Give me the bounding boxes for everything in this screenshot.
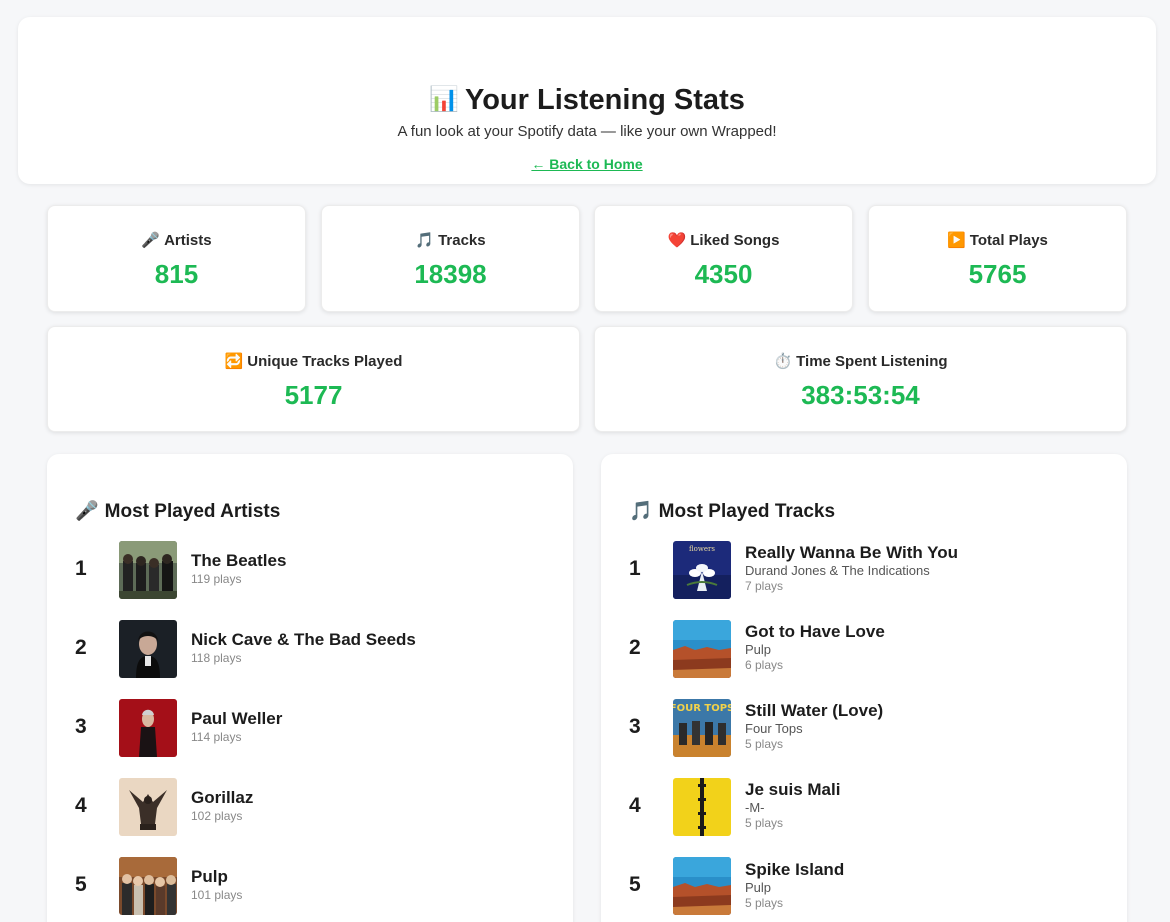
- album-cover: [673, 857, 731, 915]
- rank-number: 1: [629, 557, 641, 580]
- album-cover: flowers: [673, 541, 731, 599]
- microphone-icon: 🎤: [141, 232, 161, 249]
- microphone-icon: 🎤: [75, 501, 99, 522]
- rank-number: 2: [629, 636, 641, 659]
- stat-card-total-plays: ▶️ Total Plays 5765: [868, 205, 1127, 312]
- artist-row[interactable]: 4 Gorillaz 102 plays: [47, 777, 573, 837]
- play-count: 119 plays: [191, 572, 242, 586]
- track-name: Got to Have Love: [745, 622, 885, 641]
- most-played-tracks-card: 🎵 Most Played Tracks 1 flowers Really Wan…: [601, 454, 1127, 922]
- rank-number: 4: [75, 794, 87, 817]
- track-row[interactable]: 3 FOUR TOPS Still Water (Love) Four Tops…: [601, 698, 1127, 758]
- artist-name: The Beatles: [191, 551, 287, 570]
- stat-label: Total Plays: [969, 232, 1048, 249]
- artist-image: [119, 778, 177, 836]
- track-name: Spike Island: [745, 860, 845, 879]
- stat-label: Artists: [164, 232, 212, 249]
- artist-image: [119, 620, 177, 678]
- svg-text:flowers: flowers: [689, 545, 715, 553]
- header-card: 📊 Your Listening Stats A fun look at your…: [18, 17, 1156, 184]
- stat-label: Time Spent Listening: [796, 353, 948, 370]
- heart-icon: ❤️: [667, 232, 687, 249]
- stat-value: 815: [154, 259, 199, 289]
- track-row[interactable]: 1 flowers Really Wanna Be With You Duran…: [601, 540, 1127, 600]
- play-count: 5 plays: [745, 816, 784, 830]
- track-artist: Pulp: [745, 880, 772, 895]
- rank-number: 4: [629, 794, 641, 817]
- artist-image: [119, 699, 177, 757]
- stat-value: 18398: [414, 259, 487, 289]
- play-count: 114 plays: [191, 730, 242, 744]
- back-to-home-link[interactable]: ← Back to Home: [18, 155, 1156, 173]
- stat-card-unique-tracks: 🔁 Unique Tracks Played 5177: [47, 326, 580, 432]
- stat-value: 5177: [284, 380, 343, 410]
- track-row[interactable]: 2 Got to Have Love Pulp 6 plays: [601, 619, 1127, 679]
- bar-chart-icon: 📊: [429, 86, 460, 113]
- section-title: 🎤 Most Played Artists: [75, 501, 281, 522]
- artist-image: [119, 541, 177, 599]
- play-count: 5 plays: [745, 737, 784, 751]
- stat-value: 5765: [968, 259, 1027, 289]
- play-count: 101 plays: [191, 888, 243, 902]
- artist-name: Paul Weller: [191, 709, 283, 728]
- rank-number: 3: [75, 715, 87, 738]
- artist-row[interactable]: 5 Pulp 101 plays: [47, 856, 573, 916]
- artist-name: Nick Cave & The Bad Seeds: [191, 630, 416, 649]
- rank-number: 5: [629, 873, 641, 896]
- artist-row[interactable]: 3 Paul Weller 114 plays: [47, 698, 573, 758]
- play-count: 6 plays: [745, 658, 784, 672]
- stat-label: Unique Tracks Played: [247, 353, 403, 370]
- track-name: Really Wanna Be With You: [745, 543, 959, 562]
- stat-card-tracks: 🎵 Tracks 18398: [321, 205, 580, 312]
- artist-row[interactable]: 2 Nick Cave & The Bad Seeds 118 plays: [47, 619, 573, 679]
- rank-number: 1: [75, 557, 87, 580]
- album-cover: [673, 778, 731, 836]
- stat-value: 4350: [694, 259, 753, 289]
- play-count: 7 plays: [745, 579, 784, 593]
- track-artist: -M-: [745, 800, 765, 815]
- track-row[interactable]: 4 Je suis Mali -M- 5 plays: [601, 777, 1127, 837]
- play-count: 118 plays: [191, 651, 242, 665]
- artist-image: [119, 857, 177, 915]
- stat-label: Liked Songs: [690, 232, 780, 249]
- stat-card-artists: 🎤 Artists 815: [47, 205, 306, 312]
- artist-name: Pulp: [191, 867, 228, 886]
- play-count: 102 plays: [191, 809, 243, 823]
- stat-card-liked-songs: ❤️ Liked Songs 4350: [594, 205, 853, 312]
- stopwatch-icon: ⏱️: [773, 353, 793, 370]
- most-played-artists-card: 🎤 Most Played Artists 1 The Beatles 119 p…: [47, 454, 573, 922]
- rank-number: 3: [629, 715, 641, 738]
- svg-text:FOUR TOPS: FOUR TOPS: [673, 703, 731, 714]
- play-count: 5 plays: [745, 896, 784, 910]
- track-row[interactable]: 5 Spike Island Pulp 5 plays: [601, 856, 1127, 916]
- track-name: Je suis Mali: [745, 780, 841, 799]
- page-subtitle: A fun look at your Spotify data — like y…: [397, 123, 777, 140]
- music-note-icon: 🎵: [415, 232, 435, 249]
- music-note-icon: 🎵: [629, 501, 653, 522]
- album-cover: FOUR TOPS: [673, 699, 731, 757]
- stat-value: 383:53:54: [801, 380, 920, 410]
- album-cover: [673, 620, 731, 678]
- artist-row[interactable]: 1 The Beatles 119 plays: [47, 540, 573, 600]
- stat-card-time-listening: ⏱️ Time Spent Listening 383:53:54: [594, 326, 1127, 432]
- section-title: 🎵 Most Played Tracks: [629, 501, 836, 522]
- track-artist: Four Tops: [745, 721, 803, 736]
- track-name: Still Water (Love): [745, 701, 884, 720]
- page-title: 📊 Your Listening Stats: [429, 84, 745, 116]
- artist-name: Gorillaz: [191, 788, 254, 807]
- repeat-icon: 🔁: [224, 353, 244, 370]
- play-icon: ▶️: [947, 232, 966, 249]
- stat-label: Tracks: [438, 232, 486, 249]
- track-artist: Durand Jones & The Indications: [745, 563, 930, 578]
- track-artist: Pulp: [745, 642, 772, 657]
- rank-number: 5: [75, 873, 87, 896]
- rank-number: 2: [75, 636, 87, 659]
